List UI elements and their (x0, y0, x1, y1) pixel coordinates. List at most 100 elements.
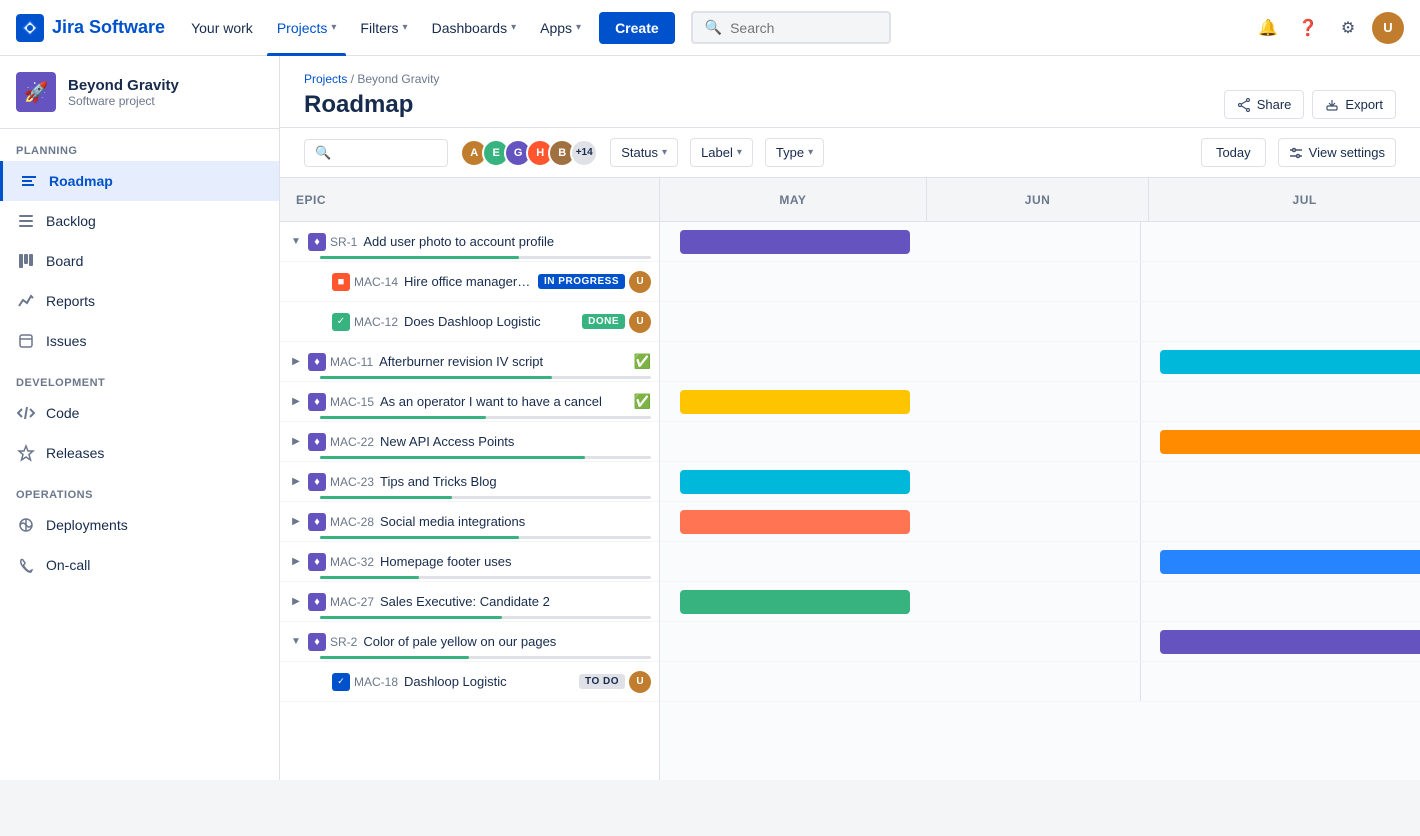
progress-bar (320, 616, 651, 619)
logo[interactable]: Jira Software (16, 14, 165, 42)
row-id: MAC-22 (330, 435, 374, 449)
sidebar-item-code[interactable]: Code (0, 393, 279, 433)
row-id: MAC-27 (330, 595, 374, 609)
expand-toggle[interactable]: ▶ (288, 434, 304, 450)
may-jun-divider (1140, 622, 1141, 661)
roadmap-icon (19, 171, 39, 191)
export-button[interactable]: Export (1312, 90, 1396, 119)
timeline-bar[interactable] (1160, 550, 1420, 574)
user-avatar[interactable]: U (1372, 12, 1404, 44)
table-row[interactable]: ▶ ♦ MAC-32 Homepage footer uses (280, 542, 659, 582)
may-jun-divider (1140, 422, 1141, 461)
sidebar-item-backlog[interactable]: Backlog (0, 201, 279, 241)
sidebar-item-roadmap[interactable]: Roadmap (0, 161, 279, 201)
may-jun-divider (1140, 462, 1141, 501)
roadmap-container: Epic ▼ ♦ SR-1 Add user photo to account … (280, 178, 1420, 780)
table-row[interactable]: ▶ ♦ MAC-15 As an operator I want to have… (280, 382, 659, 422)
timeline-row (660, 262, 1420, 302)
toolbar-search-box[interactable]: 🔍 (304, 139, 448, 167)
issues-label: Issues (46, 333, 86, 349)
progress-green (320, 456, 585, 459)
breadcrumb-projects[interactable]: Projects (304, 72, 347, 86)
expand-toggle[interactable]: ▶ (288, 354, 304, 370)
timeline-bar[interactable] (1160, 430, 1420, 454)
nav-projects[interactable]: Projects ▾ (267, 0, 347, 56)
sidebar-item-oncall[interactable]: On-call (0, 545, 279, 585)
deployments-icon (16, 515, 36, 535)
project-header[interactable]: 🚀 Beyond Gravity Software project (0, 56, 279, 129)
table-row[interactable]: ▶ ■ MAC-14 Hire office manager for IN PR… (280, 262, 659, 302)
reports-icon (16, 291, 36, 311)
table-row[interactable]: ▶ ♦ MAC-22 New API Access Points (280, 422, 659, 462)
toolbar-search-input[interactable] (337, 145, 437, 160)
table-row[interactable]: ▶ ♦ MAC-27 Sales Executive: Candidate 2 (280, 582, 659, 622)
table-row[interactable]: ▶ ♦ MAC-23 Tips and Tricks Blog (280, 462, 659, 502)
expand-toggle[interactable]: ▶ (288, 554, 304, 570)
settings-button[interactable]: ⚙ (1332, 12, 1364, 44)
development-section-label: DEVELOPMENT (0, 361, 279, 393)
nav-your-work[interactable]: Your work (181, 0, 263, 56)
type-filter-button[interactable]: Type ▾ (765, 138, 824, 167)
timeline-row (660, 222, 1420, 262)
create-button[interactable]: Create (599, 12, 675, 44)
expand-toggle[interactable]: ▶ (288, 514, 304, 530)
timeline-row (660, 382, 1420, 422)
timeline-bar[interactable] (680, 230, 910, 254)
table-row[interactable]: ▶ ✓ MAC-18 Dashloop Logistic TO DO U (280, 662, 659, 702)
search-box[interactable]: 🔍 (691, 11, 891, 44)
table-row[interactable]: ▶ ♦ MAC-28 Social media integrations (280, 502, 659, 542)
row-title: Sales Executive: Candidate 2 (380, 594, 651, 609)
progress-green (320, 416, 486, 419)
sidebar-item-reports[interactable]: Reports (0, 281, 279, 321)
oncall-label: On-call (46, 557, 90, 573)
today-button[interactable]: Today (1201, 138, 1266, 167)
row-title: Hire office manager for (404, 274, 532, 289)
help-button[interactable]: ❓ (1292, 12, 1324, 44)
timeline-bar[interactable] (1160, 630, 1420, 654)
view-settings-button[interactable]: View settings (1278, 138, 1396, 167)
content-header: Projects / Beyond Gravity Roadmap Share … (280, 56, 1420, 128)
progress-bar (320, 416, 651, 419)
status-filter-button[interactable]: Status ▾ (610, 138, 678, 167)
row-title: Dashloop Logistic (404, 674, 573, 689)
notifications-button[interactable]: 🔔 (1252, 12, 1284, 44)
row-id: MAC-23 (330, 475, 374, 489)
label-filter-button[interactable]: Label ▾ (690, 138, 753, 167)
sidebar-item-board[interactable]: Board (0, 241, 279, 281)
operations-section-label: OPERATIONS (0, 473, 279, 505)
expand-toggle[interactable]: ▼ (288, 234, 304, 250)
month-jun: JUN (927, 178, 1149, 221)
project-name: Beyond Gravity (68, 77, 179, 94)
expand-toggle[interactable]: ▶ (288, 474, 304, 490)
table-row[interactable]: ▼ ♦ SR-2 Color of pale yellow on our pag… (280, 622, 659, 662)
progress-bar (320, 536, 651, 539)
may-jun-divider (1140, 582, 1141, 621)
share-button[interactable]: Share (1224, 90, 1305, 119)
sidebar-item-deployments[interactable]: Deployments (0, 505, 279, 545)
timeline-bar[interactable] (680, 470, 910, 494)
page-title-row: Roadmap Share Export (304, 90, 1396, 119)
nav-dashboards[interactable]: Dashboards ▾ (422, 0, 527, 56)
sidebar-item-releases[interactable]: Releases (0, 433, 279, 473)
expand-toggle[interactable]: ▶ (288, 394, 304, 410)
nav-apps[interactable]: Apps ▾ (530, 0, 591, 56)
timeline-bar[interactable] (680, 590, 910, 614)
table-row[interactable]: ▶ ✓ MAC-12 Does Dashloop Logistic DONE U (280, 302, 659, 342)
table-row[interactable]: ▼ ♦ SR-1 Add user photo to account profi… (280, 222, 659, 262)
nav-filters[interactable]: Filters ▾ (350, 0, 417, 56)
search-input[interactable] (730, 20, 870, 36)
bug-icon: ■ (332, 273, 350, 291)
expand-toggle[interactable]: ▼ (288, 634, 304, 650)
avatar-more[interactable]: +14 (570, 139, 598, 167)
timeline-bar[interactable] (680, 510, 910, 534)
sidebar-item-issues[interactable]: Issues (0, 321, 279, 361)
table-row[interactable]: ▶ ♦ MAC-11 Afterburner revision IV scrip… (280, 342, 659, 382)
epic-icon: ♦ (308, 233, 326, 251)
roadmap-label: Roadmap (49, 173, 113, 189)
timeline-bar[interactable] (680, 390, 910, 414)
expand-toggle[interactable]: ▶ (288, 594, 304, 610)
sidebar: 🚀 Beyond Gravity Software project PLANNI… (0, 56, 280, 780)
task-icon: ✓ (332, 313, 350, 331)
timeline-bar[interactable] (1160, 350, 1420, 374)
progress-green (320, 616, 502, 619)
